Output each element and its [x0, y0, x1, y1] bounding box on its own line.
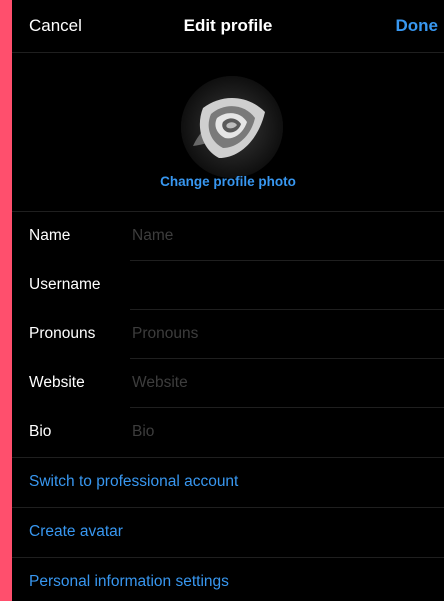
pronouns-row: Pronouns Pronouns: [12, 310, 444, 359]
pronouns-label: Pronouns: [29, 325, 96, 342]
create-avatar-link[interactable]: Create avatar: [12, 507, 444, 557]
website-label: Website: [29, 374, 85, 391]
profile-fields: Name Name Username Pronouns Pronouns Web…: [12, 212, 444, 457]
account-links: Switch to professional account Create av…: [12, 457, 444, 601]
page-title: Edit profile: [183, 16, 273, 35]
rose-image: [181, 76, 283, 178]
change-profile-photo-link[interactable]: Change profile photo: [12, 174, 444, 189]
personal-info-settings-link[interactable]: Personal information settings: [12, 557, 444, 601]
profile-photo-section: Change profile photo: [12, 53, 444, 212]
edit-profile-screen: Cancel Edit profile Done Change profile …: [12, 0, 444, 601]
name-field[interactable]: Name: [132, 227, 173, 245]
username-row: Username: [12, 261, 444, 310]
website-field[interactable]: Website: [132, 374, 188, 392]
bio-label: Bio: [29, 423, 52, 440]
pronouns-field[interactable]: Pronouns: [132, 325, 198, 343]
website-row: Website Website: [12, 359, 444, 408]
personal-info-settings-label: Personal information settings: [29, 573, 229, 590]
bio-field[interactable]: Bio: [132, 423, 154, 441]
switch-professional-link[interactable]: Switch to professional account: [12, 457, 444, 507]
bio-row: Bio Bio: [12, 408, 444, 457]
username-label: Username: [29, 276, 101, 293]
switch-professional-label: Switch to professional account: [29, 473, 239, 490]
profile-avatar[interactable]: [181, 76, 283, 178]
name-label: Name: [29, 227, 71, 244]
done-button[interactable]: Done: [396, 16, 439, 36]
create-avatar-label: Create avatar: [29, 523, 123, 540]
name-row: Name Name: [12, 212, 444, 261]
navigation-bar: Cancel Edit profile Done: [12, 0, 444, 53]
